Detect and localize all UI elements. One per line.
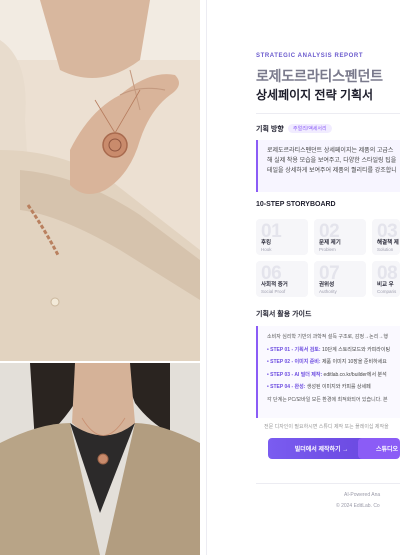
brand-name: 로제도르라티스펜던트 <box>256 68 383 84</box>
card-subtitle: Social Proof <box>261 289 286 294</box>
card-title: 사회적 증거 <box>261 282 288 288</box>
design-note: 전문 디자인이 필요하시면 스튜디 제작 또는 플레이십 제작을 <box>264 424 389 430</box>
storyboard-card[interactable]: 03 해결책 제 Solution <box>372 219 400 255</box>
guide-label: 기획서 활용 가이드 <box>256 311 312 318</box>
storyboard-card[interactable]: 06 사회적 증거 Social Proof <box>256 261 308 297</box>
studio-button[interactable]: 스튜디오 제 <box>358 438 400 459</box>
direction-label: 기획 방향 <box>256 126 284 133</box>
guide-step: • STEP 03 - AI 빌더 제작: editlab.co.kr/buil… <box>267 369 400 382</box>
guide-box: 소비자 심리학 기반의 과학적 설득 구조로, 감정→논리→행 • STEP 0… <box>256 326 400 418</box>
step-label: • STEP 01 - 기획서 검토: <box>267 346 321 353</box>
hand-bracelet-photo-illustration <box>0 0 200 362</box>
step-text: 생성된 이미지와 카피를 상세페 <box>305 384 371 390</box>
card-title: 후킹 <box>261 240 272 246</box>
document-edge <box>206 0 207 555</box>
page-title: 상세페이지 전략 기획서 <box>256 88 374 102</box>
step-label: • STEP 04 - 완성: <box>267 384 306 390</box>
category-tag: 주얼리/액세서리 <box>288 124 332 133</box>
guide-step: • STEP 04 - 완성: 생성된 이미지와 카피를 상세페 <box>267 381 400 394</box>
storyboard-card[interactable]: 08 비교 우 Comparis <box>372 261 400 297</box>
guide-step: • STEP 02 - 이미지 준비: 제품 이미지 10장을 준비하세요 <box>267 356 400 369</box>
direction-box: 로제도르라티스펜던트 상세페이지는 제품의 고급스 해 실제 착용 모습을 보여… <box>256 140 400 192</box>
footer-copyright: © 2024 EditLab. Co <box>336 503 380 509</box>
direction-line: 테일을 상세하게 보여주어 제품의 퀄리티를 강조합니 <box>267 168 397 174</box>
product-photo-hand <box>0 0 200 362</box>
card-title: 해결책 제 <box>377 240 399 246</box>
guide-outro: 각 단계는 PC/모바일 모든 환경에 최적화되어 있습니다. 본 <box>267 396 388 403</box>
step-text: 제품 이미지 10장을 준비하세요 <box>320 359 387 365</box>
card-title: 권위성 <box>319 282 335 288</box>
step-label: • STEP 03 - AI 빌더 제작: <box>267 371 323 378</box>
guide-step: • STEP 01 - 기획서 검토: 10단계 스토리보드와 카피라이팅 <box>267 344 400 357</box>
card-subtitle: Comparis <box>377 289 397 294</box>
step-text: 10단계 스토리보드와 카피라이팅 <box>320 346 391 353</box>
direction-line: 해 실제 착용 모습을 보여주고, 다양한 스타일링 팁을 <box>267 158 397 164</box>
guide-intro: 소비자 심리학 기반의 과학적 설득 구조로, 감정→논리→행 <box>267 334 388 340</box>
card-subtitle: Authority <box>319 289 337 294</box>
divider <box>256 483 400 484</box>
storyboard-label: 10-STEP STORYBOARD <box>256 201 336 208</box>
card-title: 문제 제기 <box>319 240 341 246</box>
storyboard-card[interactable]: 07 권위성 Authority <box>314 261 366 297</box>
storyboard-card[interactable]: 01 후킹 Hook <box>256 219 308 255</box>
footer-tagline: AI-Powered Ana <box>344 492 381 498</box>
divider <box>256 113 400 114</box>
card-subtitle: Hook <box>261 247 272 252</box>
card-subtitle: Solution <box>377 247 394 252</box>
step-label: • STEP 02 - 이미지 준비: <box>267 359 321 365</box>
storyboard-card[interactable]: 02 문제 제기 Problem <box>314 219 366 255</box>
card-subtitle: Problem <box>319 247 336 252</box>
report-eyebrow: STRATEGIC ANALYSIS REPORT <box>256 53 364 59</box>
step-text: editlab.co.kr/builder에서 분석 <box>322 371 387 378</box>
necklace-photo-illustration <box>0 363 200 555</box>
product-photo-neck <box>0 363 200 555</box>
direction-line: 로제도르라티스펜던트 상세페이지는 제품의 고급스 <box>267 148 394 154</box>
